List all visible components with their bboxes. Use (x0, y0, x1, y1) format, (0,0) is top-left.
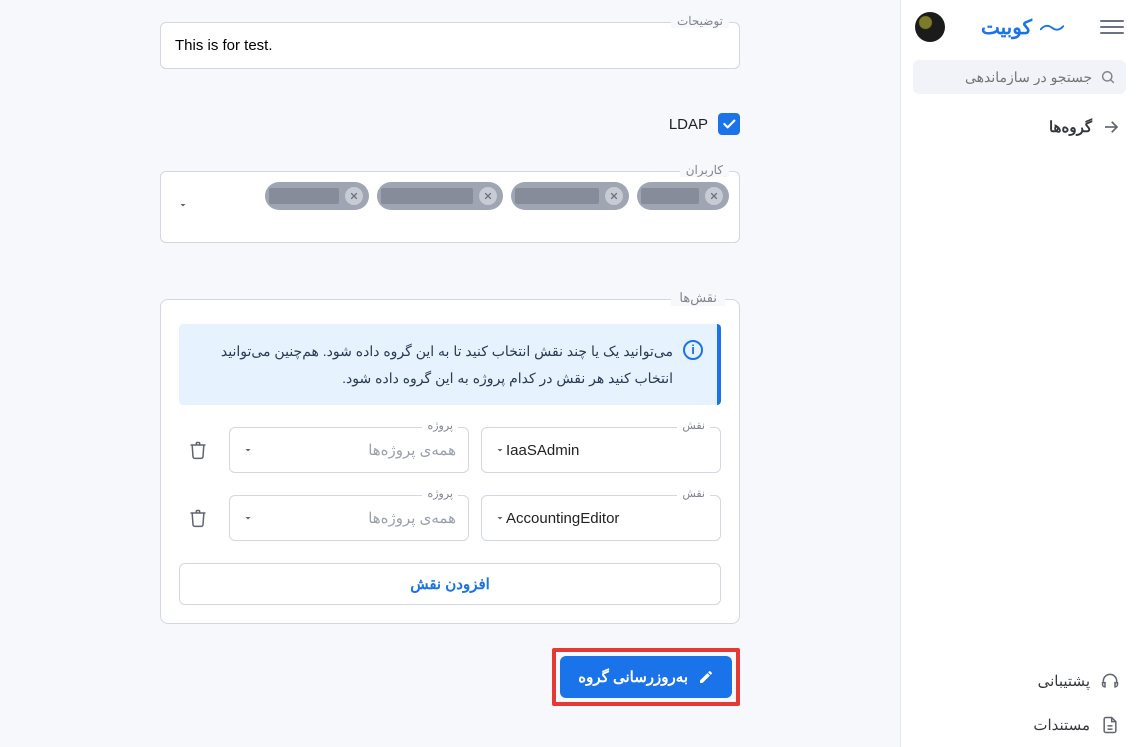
footer-docs-label: مستندات (1033, 716, 1090, 734)
roles-card: نقش‌ها i می‌توانید یک یا چند نقش انتخاب … (160, 299, 740, 624)
caret-down-icon (494, 512, 506, 524)
role-select-label: نقش (677, 487, 710, 500)
search-box[interactable] (913, 60, 1126, 94)
project-select[interactable]: پروژههمه‌ی پروژه‌ها (229, 495, 469, 541)
headset-icon (1100, 671, 1120, 691)
caret-down-icon (242, 512, 254, 524)
chip-body (381, 188, 473, 204)
pencil-icon (698, 669, 714, 685)
chip-remove-icon[interactable] (479, 187, 497, 205)
chip-body (515, 188, 599, 204)
project-select-label: پروژه (422, 419, 458, 432)
delete-role-button[interactable] (179, 499, 217, 537)
role-row: نقشIaaSAdmin پروژههمه‌ی پروژه‌ها (179, 427, 721, 473)
footer-support-label: پشتیبانی (1038, 672, 1090, 690)
chip-remove-icon[interactable] (605, 187, 623, 205)
arrow-right-icon (1102, 118, 1120, 136)
role-select[interactable]: نقشAccountingEditor (481, 495, 721, 541)
search-input[interactable] (923, 69, 1092, 85)
ldap-label: LDAP (669, 116, 708, 133)
submit-highlight: به‌روزرسانی گروه (552, 648, 740, 706)
document-icon (1100, 715, 1120, 735)
role-row: نقشAccountingEditor پروژههمه‌ی پروژه‌ها (179, 495, 721, 541)
caret-down-icon (177, 199, 189, 211)
users-field[interactable]: کاربران (160, 171, 740, 243)
check-icon (721, 116, 737, 132)
roles-info-text: می‌توانید یک یا چند نقش انتخاب کنید تا ب… (193, 338, 673, 391)
user-chip (511, 182, 629, 210)
role-select-label: نقش (677, 419, 710, 432)
brand-name: کوبیت (981, 15, 1032, 40)
role-select-value: IaaSAdmin (506, 442, 708, 459)
trash-icon (188, 508, 208, 528)
add-role-label: افزودن نقش (410, 575, 490, 593)
users-label: کاربران (680, 163, 729, 177)
project-select-value: همه‌ی پروژه‌ها (254, 509, 456, 527)
project-select[interactable]: پروژههمه‌ی پروژه‌ها (229, 427, 469, 473)
update-group-label: به‌روزرسانی گروه (578, 668, 688, 686)
avatar[interactable] (915, 12, 945, 42)
roles-info-banner: i می‌توانید یک یا چند نقش انتخاب کنید تا… (179, 324, 721, 405)
ldap-row: LDAP (160, 113, 740, 135)
user-chip (265, 182, 369, 210)
update-group-button[interactable]: به‌روزرسانی گروه (560, 656, 732, 698)
project-select-value: همه‌ی پروژه‌ها (254, 441, 456, 459)
search-icon (1100, 68, 1116, 86)
chip-body (641, 188, 699, 204)
description-label: توضیحات (671, 14, 729, 28)
description-input[interactable] (161, 23, 739, 68)
nav-groups[interactable]: گروه‌ها (901, 106, 1138, 148)
user-chip (637, 182, 729, 210)
project-select-label: پروژه (422, 487, 458, 500)
trash-icon (188, 440, 208, 460)
main: توضیحات LDAP کاربران نقش‌ها i (0, 0, 900, 747)
chip-remove-icon[interactable] (345, 187, 363, 205)
info-icon: i (683, 340, 703, 360)
chip-body (269, 188, 339, 204)
footer-docs[interactable]: مستندات (901, 703, 1138, 747)
ldap-checkbox[interactable] (718, 113, 740, 135)
role-select-value: AccountingEditor (506, 510, 708, 527)
add-role-button[interactable]: افزودن نقش (179, 563, 721, 605)
delete-role-button[interactable] (179, 431, 217, 469)
caret-down-icon (494, 444, 506, 456)
brand[interactable]: کوبیت (981, 15, 1064, 40)
sidebar: کوبیت گروه‌ها پشتیبانی مستندات (900, 0, 1138, 747)
roles-title: نقش‌ها (671, 290, 725, 306)
chip-remove-icon[interactable] (705, 187, 723, 205)
users-dropdown-caret[interactable] (177, 198, 189, 216)
role-select[interactable]: نقشIaaSAdmin (481, 427, 721, 473)
user-chip (377, 182, 503, 210)
description-field: توضیحات (160, 22, 740, 69)
brand-wave-icon (1040, 20, 1064, 34)
menu-icon[interactable] (1100, 15, 1124, 39)
caret-down-icon (242, 444, 254, 456)
nav-groups-label: گروه‌ها (1049, 118, 1092, 136)
footer-support[interactable]: پشتیبانی (901, 659, 1138, 703)
